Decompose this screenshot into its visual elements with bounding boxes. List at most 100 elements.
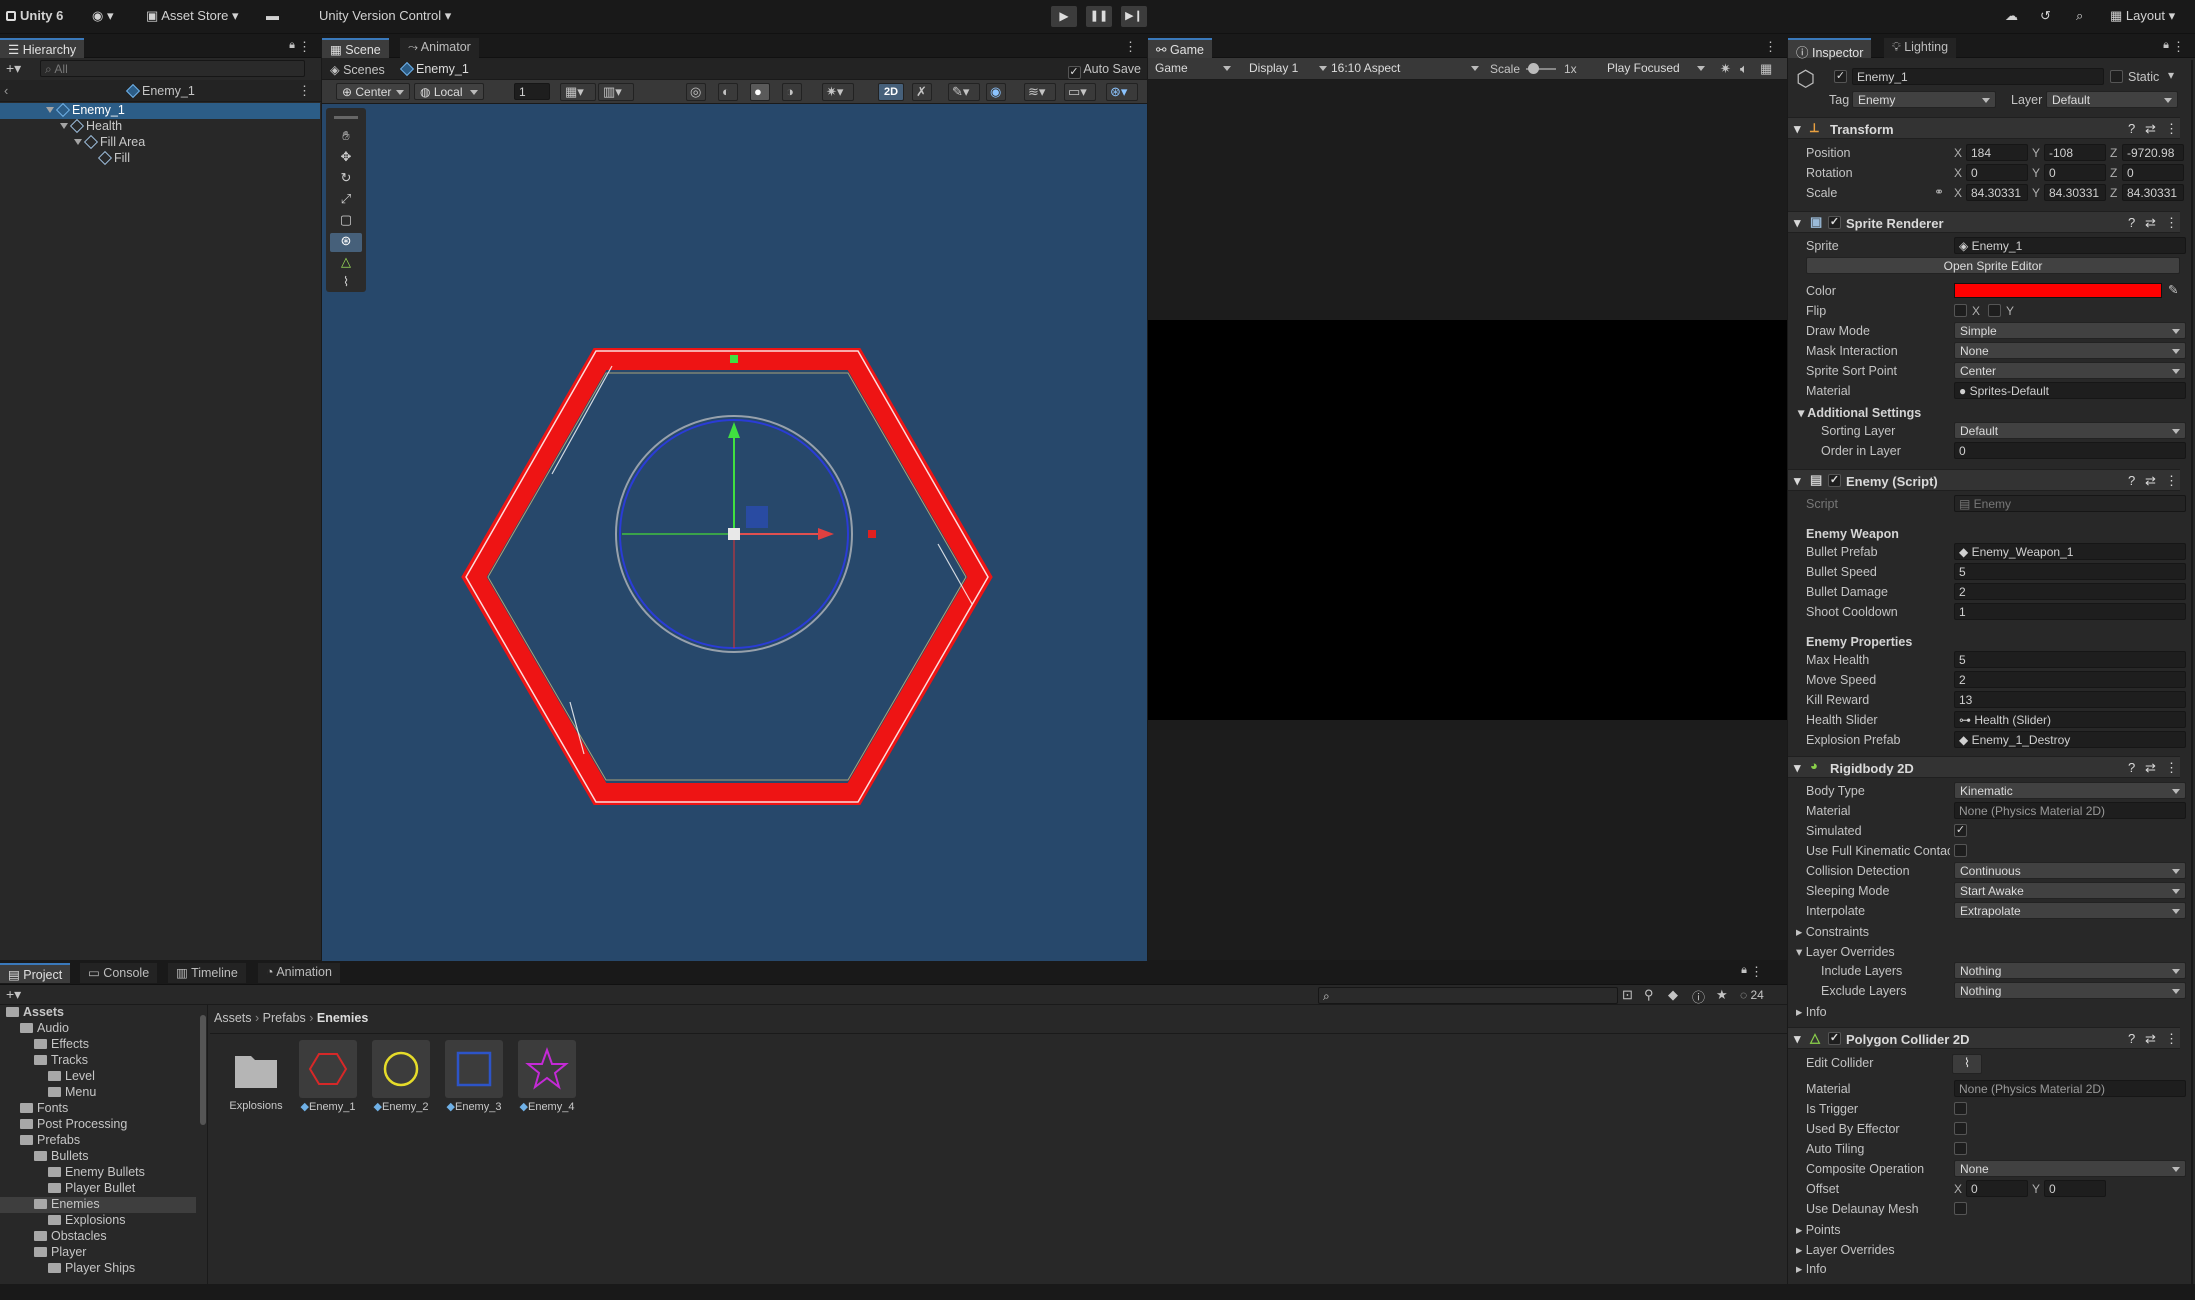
open-sprite-editor-button[interactable]: Open Sprite Editor — [1806, 257, 2180, 274]
more-menu-icon[interactable]: ⋮ — [2165, 760, 2178, 776]
tab-game[interactable]: ⚯ Game — [1148, 38, 1212, 58]
gizmos-icon[interactable]: ▦ — [1760, 61, 1772, 77]
hidden-packages-toggle[interactable]: ◌ 24 — [1740, 988, 1764, 1002]
effects-dropdown[interactable]: ✎▾ — [948, 83, 980, 101]
more-menu-icon[interactable]: ⋮ — [2165, 121, 2178, 137]
scene-viewport[interactable]: ✋︎ ✥ ↻ ⤢ ▢ ⊛ △ ⌇ — [322, 104, 1147, 994]
rb-material-field[interactable]: None (Physics Material 2D) — [1954, 802, 2186, 819]
project-folder-item[interactable]: Enemy Bullets — [0, 1165, 196, 1181]
offset-x-field[interactable]: 0 — [1966, 1180, 2028, 1197]
space-dropdown[interactable]: ◍ Local — [414, 83, 484, 100]
tab-animation[interactable]: ◔ Animation — [258, 963, 340, 983]
expand-arrow-icon[interactable] — [60, 123, 68, 129]
asset-item[interactable]: ◆Enemy_1 — [298, 1040, 358, 1113]
breadcrumb-enemies[interactable]: Enemies — [317, 1011, 368, 1025]
more-menu-icon[interactable]: ⋮ — [2165, 473, 2178, 489]
mode-2d-toggle[interactable]: 2D — [878, 83, 904, 101]
rect-handle-top[interactable] — [730, 355, 738, 363]
scale-x-field[interactable]: 84.30331 — [1966, 184, 2028, 201]
sprite-object-field[interactable]: ◈ Enemy_1 — [1954, 237, 2186, 254]
pc-layer-overrides-foldout[interactable]: ▸ Layer Overrides — [1796, 1239, 2166, 1259]
expand-arrow-icon[interactable]: ▾ — [1794, 760, 1801, 776]
scale-z-field[interactable]: 84.30331 — [2122, 184, 2184, 201]
expand-arrow-icon[interactable]: ▾ — [1794, 121, 1801, 137]
game-view-dropdown[interactable]: Game — [1150, 60, 1236, 77]
lock-icon[interactable]: 🔒︎ — [289, 39, 295, 52]
flip-y-checkbox[interactable] — [1988, 304, 2001, 317]
composite-operation-dropdown[interactable]: None — [1954, 1160, 2186, 1177]
project-folder-item[interactable]: Player Ships — [0, 1261, 196, 1277]
delaunay-checkbox[interactable] — [1954, 1202, 1967, 1215]
tab-timeline[interactable]: ▥ Timeline — [168, 963, 246, 983]
body-type-dropdown[interactable]: Kinematic — [1954, 782, 2186, 799]
project-folder-item[interactable]: Audio — [0, 1021, 196, 1037]
interpolate-dropdown[interactable]: Extrapolate — [1954, 902, 2186, 919]
explosion-prefab-field[interactable]: ◆ Enemy_1_Destroy — [1954, 731, 2186, 748]
sleeping-mode-dropdown[interactable]: Start Awake — [1954, 882, 2186, 899]
help-icon[interactable]: ? — [2128, 473, 2135, 488]
project-folder-item[interactable]: Assets — [0, 1005, 196, 1021]
more-menu-icon[interactable]: ⋮ — [1750, 964, 1763, 980]
inspector-scrollbar[interactable] — [2191, 60, 2193, 1300]
play-button[interactable]: ▶ — [1051, 6, 1077, 27]
exclude-layers-dropdown[interactable]: Nothing — [1954, 982, 2186, 999]
more-menu-icon[interactable]: ⋮ — [298, 83, 311, 99]
tab-console[interactable]: ▭ Console — [80, 963, 158, 983]
edit-collider-button[interactable]: ⌇ — [1952, 1054, 1982, 1074]
help-icon[interactable]: ? — [2128, 760, 2135, 775]
project-folder-item[interactable]: Effects — [0, 1037, 196, 1053]
tab-inspector[interactable]: ⓘ Inspector — [1788, 38, 1872, 60]
aspect-dropdown[interactable]: 16:10 Aspect — [1326, 60, 1484, 77]
material-object-field[interactable]: ● Sprites-Default — [1954, 382, 2186, 399]
project-folder-item[interactable]: Explosions — [0, 1213, 196, 1229]
rect-handle[interactable] — [868, 530, 876, 538]
link-icon[interactable]: ⚭ — [1934, 185, 1944, 199]
transform-header[interactable]: ▾ ⟂ Transform ? ⇄ ⋮ — [1788, 117, 2180, 139]
hierarchy-row[interactable]: Health — [0, 118, 320, 135]
move-center-handle[interactable] — [728, 528, 740, 540]
component-enabled-checkbox[interactable]: ✓ — [1828, 474, 1841, 487]
sprite-renderer-header[interactable]: ▾ ▣ ✓ Sprite Renderer ? ⇄ ⋮ — [1788, 211, 2180, 233]
auto-save-toggle[interactable]: ✓ Auto Save — [1067, 62, 1141, 79]
auto-tiling-checkbox[interactable] — [1954, 1142, 1967, 1155]
expand-arrow-icon[interactable] — [46, 107, 54, 113]
component-enabled-checkbox[interactable]: ✓ — [1828, 216, 1841, 229]
collision-detection-dropdown[interactable]: Continuous — [1954, 862, 2186, 879]
cloud-icon[interactable]: ☁ — [2005, 8, 2018, 24]
bullet-speed-field[interactable]: 5 — [1954, 563, 2186, 580]
hierarchy-search-input[interactable]: ⌕ All — [40, 60, 305, 77]
search-by-type-icon[interactable]: ⊡ — [1622, 987, 1633, 1003]
points-foldout[interactable]: ▸ Points — [1796, 1219, 2166, 1239]
pc-info-foldout[interactable]: ▸ Info — [1796, 1258, 2166, 1278]
position-x-field[interactable]: 184 — [1966, 144, 2028, 161]
asset-item[interactable]: ◆Enemy_3 — [444, 1040, 504, 1113]
shading-unlit-button[interactable]: ◑ — [782, 83, 802, 101]
gizmos-dropdown[interactable]: ⊛▾ — [1106, 83, 1138, 101]
draw-mode-dropdown[interactable]: Simple — [1954, 322, 2186, 339]
more-menu-icon[interactable]: ⋮ — [1764, 39, 1777, 55]
move-speed-field[interactable]: 2 — [1954, 671, 2186, 688]
rb-layer-overrides-foldout[interactable]: ▾ Layer Overrides — [1796, 941, 2166, 961]
tab-animator[interactable]: ⤳ Animator — [400, 38, 479, 58]
bullet-damage-field[interactable]: 2 — [1954, 583, 2186, 600]
lighting-toggle[interactable]: ✗ — [912, 83, 932, 101]
more-menu-icon[interactable]: ⋮ — [2165, 1031, 2178, 1047]
lock-icon[interactable]: 🔒︎ — [2163, 39, 2169, 52]
asset-store-button[interactable]: ▣ Asset Store ▾ — [146, 8, 239, 24]
auto-save-checkbox[interactable]: ✓ — [1067, 66, 1081, 79]
kill-reward-field[interactable]: 13 — [1954, 691, 2186, 708]
project-folder-item[interactable]: Bullets — [0, 1149, 196, 1165]
used-by-effector-checkbox[interactable] — [1954, 1122, 1967, 1135]
tab-hierarchy[interactable]: ☰ Hierarchy — [0, 38, 85, 58]
static-dropdown-icon[interactable]: ▾ — [2168, 68, 2174, 82]
order-in-layer-field[interactable]: 0 — [1954, 442, 2186, 459]
preset-icon[interactable]: ⇄ — [2145, 760, 2156, 776]
bullet-prefab-field[interactable]: ◆ Enemy_Weapon_1 — [1954, 543, 2186, 560]
health-slider-field[interactable]: ⊶ Health (Slider) — [1954, 711, 2186, 728]
help-icon[interactable]: ? — [2128, 121, 2135, 136]
expand-arrow-icon[interactable]: ▾ — [1794, 215, 1801, 231]
rb-info-foldout[interactable]: ▸ Info — [1796, 1001, 2166, 1021]
more-menu-icon[interactable]: ⋮ — [2172, 39, 2185, 55]
hierarchy-row[interactable]: Enemy_1 — [0, 102, 320, 119]
project-folder-item[interactable]: Post Processing — [0, 1117, 196, 1133]
